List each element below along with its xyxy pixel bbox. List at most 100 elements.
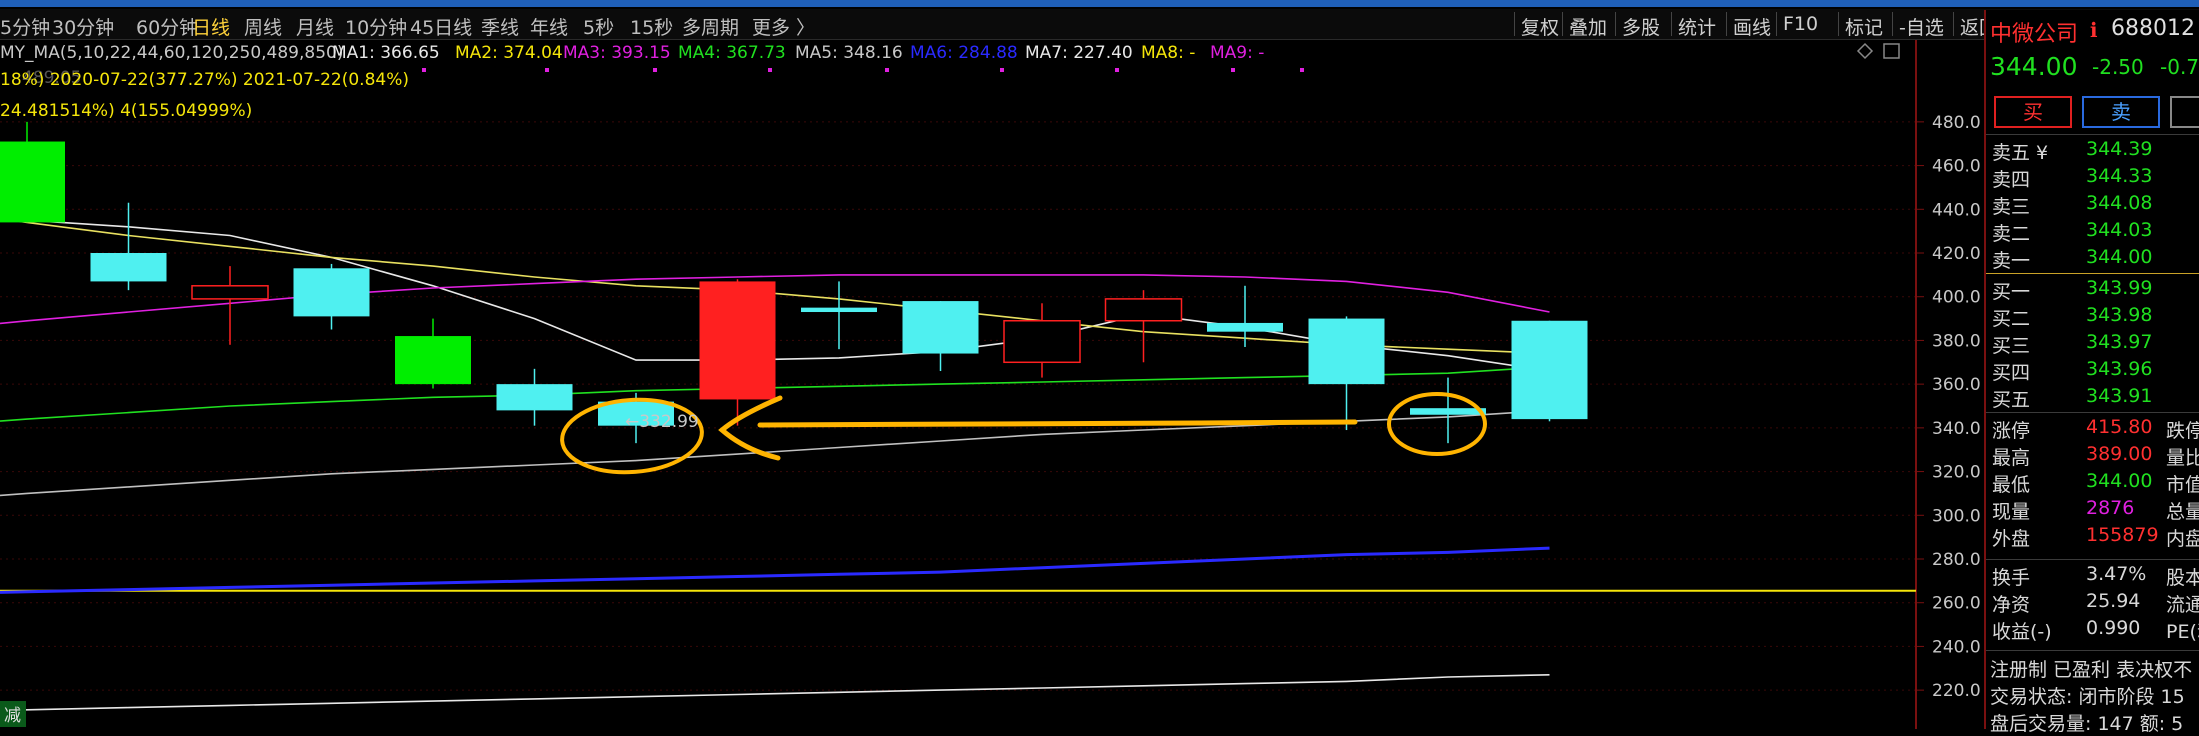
quote-row-value: 343.96 — [2086, 358, 2153, 380]
quote-row: 净资 25.94 流通 — [1986, 590, 2199, 617]
legend-marker — [545, 68, 549, 72]
period-tab-10[interactable]: 5秒 — [583, 13, 614, 40]
period-tab-5[interactable]: 月线 — [296, 13, 334, 40]
quote-row: 卖四 344.33 — [1986, 165, 2199, 192]
quote-row-value: 344.00 — [2086, 470, 2153, 492]
quote-row: 收益(-) 0.990 PE(动 — [1986, 617, 2199, 644]
legend-marker — [1000, 68, 1004, 72]
candle-body — [1003, 320, 1081, 364]
toolbar-button-1[interactable]: 叠加 — [1569, 13, 1607, 40]
period-tab-6[interactable]: 10分钟 — [345, 13, 407, 40]
quote-row-value: 415.80 — [2086, 416, 2153, 438]
period-tab-4[interactable]: 周线 — [244, 13, 282, 40]
divider — [1986, 412, 2199, 413]
quote-row-label-2: 跌停 — [2166, 420, 2199, 442]
quote-row-label: 卖五 ¥ — [1992, 142, 2049, 164]
period-tab-12[interactable]: 多周期 — [682, 13, 739, 40]
quote-row-value: 343.91 — [2086, 385, 2153, 407]
quote-row-value: 343.97 — [2086, 331, 2153, 353]
quote-row-label: 买一 — [1992, 281, 2031, 303]
candle-body — [699, 281, 776, 400]
quote-row-value: 344.08 — [2086, 192, 2153, 214]
legend-marker — [653, 68, 657, 72]
annotation-line-1: 18%) 2020-07-22(377.27%) 2021-07-22(0.84… — [0, 70, 409, 90]
period-tab-13[interactable]: 更多 〉 — [752, 13, 815, 40]
period-tab-3[interactable]: 日线 — [192, 13, 230, 40]
candle — [1003, 303, 1081, 378]
corner-badge[interactable]: 减 — [4, 706, 21, 726]
period-tab-9[interactable]: 年线 — [530, 13, 568, 40]
candle — [293, 263, 370, 330]
panel-toggle-icon[interactable] — [1883, 43, 1900, 59]
y-tick-label: 240.0 — [1932, 637, 1981, 657]
period-tab-8[interactable]: 季线 — [481, 13, 519, 40]
info-icon[interactable]: ℹ — [2090, 18, 2098, 42]
quote-row: 买五 343.91 — [1986, 385, 2199, 412]
sell-button[interactable]: 卖 — [2082, 96, 2160, 128]
quote-row-value: 3.47% — [2086, 563, 2147, 585]
candle-body — [90, 253, 167, 282]
legend-marker — [1115, 68, 1119, 72]
quote-panel: 中微公司 ℹ 688012 344.00 -2.50 -0.72 买 卖 卖五 … — [1984, 10, 2199, 735]
kline-chart: 480.0 460.0 440.0 420.0 400.0 380.0 360.0 340.0… — [0, 40, 1981, 729]
candle-body — [496, 384, 573, 411]
candle — [496, 368, 573, 426]
price-change-pct: -0.72 — [2160, 55, 2199, 79]
toolbar-separator — [1726, 12, 1727, 36]
toolbar-separator — [1514, 12, 1515, 36]
quote-row-label: 卖四 — [1992, 169, 2031, 191]
toolbar-button-5[interactable]: F10 — [1783, 13, 1818, 35]
quote-row-label: 换手 — [1992, 567, 2031, 589]
other-trade-button[interactable] — [2170, 96, 2199, 128]
candle-body — [902, 301, 979, 354]
quote-row: 外盘 155879 内盘 — [1986, 524, 2199, 551]
ma-line-ma7 — [0, 674, 1550, 712]
quote-row-label: 卖二 — [1992, 223, 2031, 245]
toolbar-button-2[interactable]: 多股 — [1622, 13, 1660, 40]
quote-row: 现量 2876 总量 — [1986, 497, 2199, 524]
period-tab-7[interactable]: 45日线 — [410, 13, 472, 40]
ma-legend-item: MA5: 348.16 — [795, 43, 903, 63]
quote-row: 卖二 344.03 — [1986, 219, 2199, 246]
period-tab-2[interactable]: 60分钟 — [136, 13, 198, 40]
y-tick-label: 400.0 — [1932, 288, 1981, 308]
candle — [902, 301, 979, 372]
legend-marker — [1231, 68, 1235, 72]
candle-body — [0, 141, 65, 223]
quote-row-label: 外盘 — [1992, 528, 2031, 550]
toolbar-button-6[interactable]: 标记 — [1845, 13, 1883, 40]
quote-row: 卖三 344.08 — [1986, 192, 2199, 219]
candle — [1207, 285, 1283, 347]
quote-row: 换手 3.47% 股本 — [1986, 563, 2199, 590]
toolbar-button-0[interactable]: 复权 — [1521, 13, 1559, 40]
quote-row: 买三 343.97 — [1986, 331, 2199, 358]
toolbar-separator — [1562, 12, 1563, 36]
quote-row-value: 2876 — [2086, 497, 2135, 519]
y-tick-label: 320.0 — [1932, 463, 1981, 483]
candle — [1410, 377, 1486, 444]
quote-row-label-2: 流通 — [2166, 594, 2199, 616]
y-tick-label: 380.0 — [1932, 331, 1981, 351]
candle-body — [801, 307, 877, 313]
period-tab-11[interactable]: 15秒 — [630, 13, 673, 40]
toolbar-button-4[interactable]: 画线 — [1733, 13, 1771, 40]
toolbar-button-7[interactable]: -自选 — [1899, 13, 1944, 40]
divider — [1986, 650, 2199, 651]
period-tab-0[interactable]: 5分钟 — [0, 13, 50, 40]
toolbar-separator — [1892, 12, 1893, 36]
y-tick-label: 260.0 — [1932, 594, 1981, 614]
ma-line-ma6 — [0, 546, 1550, 594]
period-tab-1[interactable]: 30分钟 — [52, 13, 114, 40]
quote-row-label: 净资 — [1992, 594, 2031, 616]
ma-legend-item: MA4: 367.73 — [678, 43, 786, 63]
legend-marker — [768, 68, 772, 72]
toolbar-button-3[interactable]: 统计 — [1678, 13, 1716, 40]
price-change: -2.50 — [2092, 55, 2144, 79]
quote-row-label: 买三 — [1992, 335, 2031, 357]
circle-annotation-right — [1387, 392, 1487, 456]
candle — [395, 318, 471, 389]
quote-row-label: 买四 — [1992, 362, 2031, 384]
quote-row-label: 买二 — [1992, 308, 2031, 330]
buy-button[interactable]: 买 — [1994, 96, 2072, 128]
diamond-icon[interactable] — [1856, 42, 1874, 60]
